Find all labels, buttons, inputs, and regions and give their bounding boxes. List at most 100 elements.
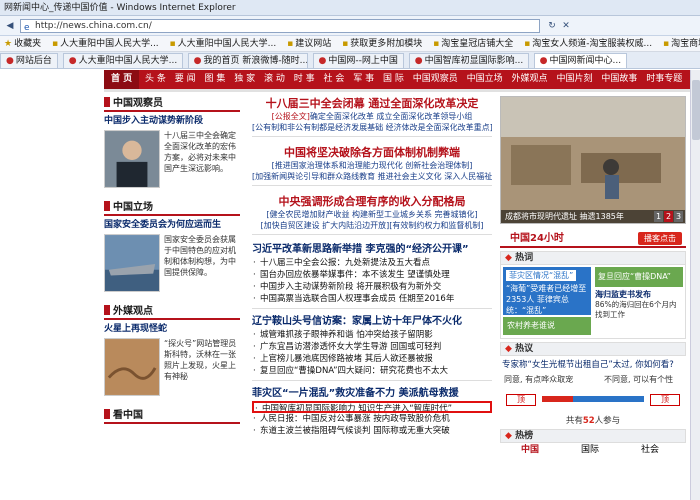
top-headline[interactable]: 十八届三中全会闭幕 通过全面深化改革决定 — [252, 96, 492, 111]
portrait-photo[interactable] — [104, 130, 160, 188]
favorites-item[interactable]: ▪淘宝商城 - 品牌正品 商城... — [659, 36, 700, 51]
rank-tab[interactable]: 社会 — [620, 443, 680, 457]
pager-page[interactable]: 3 — [674, 211, 683, 222]
scrollbar-thumb[interactable] — [692, 80, 700, 140]
nav-item[interactable]: 中国立场 — [464, 70, 506, 89]
favorites-item[interactable]: ▪ 人大重阳中国人民大学... — [166, 36, 281, 51]
browser-tab[interactable]: ● 人大重阳中国人民大学... — [62, 53, 183, 68]
sub-link[interactable]: [加快自贸区建设 扩大内陆沿边开放][有效制约权力和监督机制] — [252, 220, 492, 231]
carrier-photo[interactable] — [104, 234, 160, 292]
nav-item[interactable]: 时事专题 — [643, 70, 685, 89]
news24-title: 中国24小时 — [510, 233, 564, 244]
mars-photo[interactable] — [104, 338, 160, 396]
back-icon[interactable]: ◀ — [4, 19, 16, 33]
nav-item[interactable]: 要 闻 — [172, 70, 199, 89]
section-marker — [104, 97, 110, 107]
poll-option-agree: 同意, 有点哗众取宠 — [504, 375, 574, 384]
nav-item[interactable]: 军 事 — [350, 70, 377, 89]
favorites-item[interactable]: ▪ 淘宝女人频道-淘宝服装权威... — [520, 36, 656, 51]
nav-item[interactable]: 国 际 — [380, 70, 407, 89]
section-marker — [104, 409, 110, 419]
podcast-button[interactable]: 播客点击 — [638, 232, 682, 245]
section-title[interactable]: 辽宁鞍山头号信访案：家属上访十年尸体不火化 — [252, 315, 492, 329]
excavation-photo[interactable]: 成都将市现明代遗址 抽遗1385年 123 — [500, 96, 686, 224]
vertical-scrollbar[interactable] — [690, 70, 700, 500]
pager-page[interactable]: 1 — [654, 211, 663, 222]
refresh-icon[interactable]: ↻ — [546, 19, 558, 33]
nav-item[interactable]: 时 事 — [291, 70, 318, 89]
sub-link[interactable]: [公报全文]确定全面深化改革 成立全面深化改革领导小组 — [252, 111, 492, 122]
nav-item[interactable]: 社 会 — [321, 70, 348, 89]
headline[interactable]: 中国将坚决破除各方面体制机制弊端 — [252, 145, 492, 160]
page-icon: ▪ — [169, 39, 176, 49]
browser-tab[interactable]: ● 我的首页 新浪微博-随时... — [187, 53, 308, 68]
headline[interactable]: 中央强调形成合理有序的收入分配格局 — [252, 194, 492, 209]
favorites-item[interactable]: ▪ 淘宝皇冠店铺大全 — [429, 36, 517, 51]
news-item[interactable]: 国台办回应依暴举媒事件：本不该发生 望谨慎处理 — [252, 269, 492, 281]
news-item[interactable]: 东道主波兰被指阻碍气候谈判 国际称或无重大突破 — [252, 425, 492, 437]
hot-link[interactable]: 复旦回应“曹操DNA” — [595, 267, 683, 287]
divider — [252, 185, 492, 186]
news-item[interactable]: 中国高票当选联合国人权理事会成员 任期至2016年 — [252, 293, 492, 305]
nav-item[interactable]: 中国故事 — [598, 70, 640, 89]
ie-icon: e — [24, 23, 30, 33]
poll-question: 专家称“女生光棍节出租自己”太过, 你如何看? — [502, 360, 674, 370]
favorites-item[interactable]: ★ 收藏夹 — [0, 36, 45, 51]
news-item[interactable]: 中国步入主动谋势新阶段 将开展积极有为新外交 — [252, 281, 492, 293]
news-item[interactable]: 人民日报：中国反对公事暴涨 按内政导致股价危机 — [252, 413, 492, 425]
chat-icon: ◆ — [505, 344, 516, 354]
browser-tab-active[interactable]: ● 中国网新闻中心... — [533, 53, 628, 68]
sub-link[interactable]: [加强新闻舆论引导和群众路线教育 推进社会主义文化 深入人民福祉] — [252, 171, 492, 182]
lead-link[interactable]: 中国步入主动谋势新阶段 — [104, 115, 240, 128]
nav-item[interactable]: 图 集 — [202, 70, 229, 89]
pager-page-active[interactable]: 2 — [664, 211, 673, 222]
hot-words-panel: 菲灾区情况“混乱” “海葡”受难者已经增至2353人 菲律宾总统：“混乱” 农村… — [500, 265, 686, 339]
nav-item[interactable]: 独 家 — [231, 70, 258, 89]
url-text: http://news.china.com.cn/ — [35, 21, 152, 31]
news-item[interactable]: 复旦回应“曹操DNA”四大疑问：研究花费也不太大 — [252, 365, 492, 377]
highlighted-news-item[interactable]: 中国智库初显国际影响力 知识生产进入“智库时代” — [252, 401, 492, 413]
vote-agree-button[interactable]: 顶 — [506, 394, 536, 406]
vote-disagree-button[interactable]: 顶 — [650, 394, 680, 406]
news-item[interactable]: 上官榜儿暴池底因修路被堵 其后人欲还暴被报 — [252, 353, 492, 365]
sub-link[interactable]: [公有制和非公有制都是经济发展基础 经济体改是全面深化改革重点] — [252, 122, 492, 133]
browser-tab[interactable]: ● 中国网--网上中国 — [312, 53, 404, 68]
hot-link[interactable]: 海归监吏书发布 — [595, 289, 683, 300]
hot-card[interactable]: 菲灾区情况“混乱” “海葡”受难者已经增至2353人 菲律宾总统：“混乱” — [503, 267, 591, 315]
news-item[interactable]: 广东宜昌访潜渗透怀女大学生导游 回国或可轻判 — [252, 341, 492, 353]
section-header: 看中国 — [104, 408, 240, 424]
lead-link[interactable]: 国家安全委员会为何应运而生 — [104, 219, 240, 232]
page-icon: ▪ — [287, 39, 294, 49]
section-title[interactable]: 习近平改革新思路新举措 李克强的“经济公开课” — [252, 243, 492, 257]
section-header: 外媒观点 — [104, 304, 240, 320]
sub-link[interactable]: [健全农民增加财产收益 构建新型工业城乡关系 完善城镇化] — [252, 209, 492, 220]
browser-tab[interactable]: ● 网站后台 — [0, 53, 58, 68]
hot-card-title: 菲灾区情况“混乱” — [506, 270, 577, 281]
page-icon: ● — [318, 56, 327, 66]
poll-option-disagree: 不同意, 可以有个性 — [604, 375, 674, 384]
favorites-item[interactable]: ▪ 获取更多附加模块 — [338, 36, 426, 51]
sub-link[interactable]: [推进国家治理体系和治理能力现代化 创新社会治理体制] — [252, 160, 492, 171]
news-item[interactable]: 十八届三中全会公报：九处新提法及五大看点 — [252, 257, 492, 269]
rank-tab[interactable]: 中国 — [500, 443, 560, 457]
rank-tab[interactable]: 国际 — [560, 443, 620, 457]
url-input[interactable]: e http://news.china.com.cn/ — [20, 19, 540, 33]
right-column: 成都将市现明代遗址 抽遗1385年 123 中国24小时 播客点击 ◆ 热词 菲… — [500, 96, 686, 457]
hot-link[interactable]: 农村养老谁说 — [503, 317, 591, 335]
poll-count: 共有52人参与 — [565, 416, 621, 426]
feature-desc: “探火号”网站管理员斯科特，沃林在一张照片上发现，火星上有神秘 — [164, 339, 237, 381]
nav-item[interactable]: 中国观察员 — [410, 70, 461, 89]
browser-tab[interactable]: ● 中国智库初显国际影响... — [408, 53, 529, 68]
nav-item[interactable]: 中国片刻 — [553, 70, 595, 89]
nav-item[interactable]: 滚 动 — [261, 70, 288, 89]
favorites-item[interactable]: ▪ 建议网站 — [283, 36, 335, 51]
news-item[interactable]: 城管难抓孩子眼神养和谐 怕冲突给孩子留阴影 — [252, 329, 492, 341]
favorites-item[interactable]: ▪ 人大重阳中国人民大学... — [48, 36, 163, 51]
nav-home[interactable]: 首 页 — [104, 70, 140, 89]
nav-item[interactable]: 外媒观点 — [509, 70, 551, 89]
stop-icon[interactable]: ✕ — [560, 19, 572, 33]
section-title[interactable]: 菲灾区“一片混乱”救灾准备不力 美派航母救援 — [252, 387, 492, 401]
lead-link[interactable]: 火星上再现怪蛇 — [104, 323, 240, 336]
nav-item[interactable]: 头 条 — [142, 70, 169, 89]
main-column: 十八届三中全会闭幕 通过全面深化改革决定 [公报全文]确定全面深化改革 成立全面… — [252, 96, 492, 437]
